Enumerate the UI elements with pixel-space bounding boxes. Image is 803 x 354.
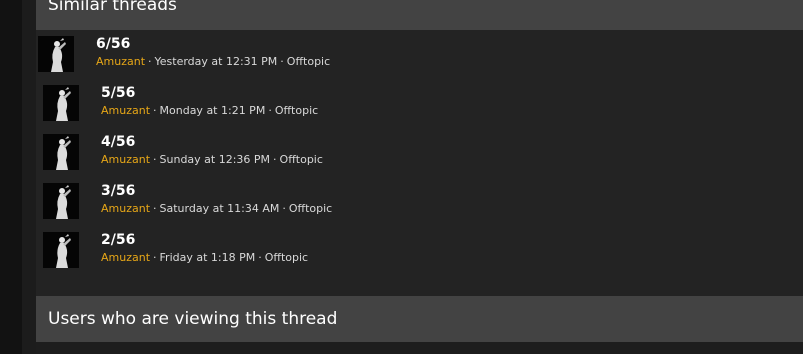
thread-title[interactable]: 4/56 xyxy=(101,134,323,151)
thread-author[interactable]: Amuzant xyxy=(101,104,150,117)
thread-meta: Amuzant · Saturday at 11:34 AM · Offtopic xyxy=(101,202,332,216)
thread-item: 6/56 Amuzant · Yesterday at 12:31 PM · Offto… xyxy=(38,36,330,72)
thread-meta: Amuzant · Sunday at 12:36 PM · Offtopic xyxy=(101,153,323,167)
meta-separator: · xyxy=(273,153,277,166)
thread-text: 2/56 Amuzant · Friday at 1:18 PM · Offtopic xyxy=(101,232,308,265)
thread-meta: Amuzant · Monday at 1:21 PM · Offtopic xyxy=(101,104,318,118)
meta-separator: · xyxy=(268,104,272,117)
thread-date: Yesterday at 12:31 PM xyxy=(154,55,278,68)
avatar-figure-icon xyxy=(43,85,79,121)
meta-separator: · xyxy=(280,55,284,68)
avatar-figure-icon xyxy=(38,36,74,72)
avatar[interactable] xyxy=(43,183,79,219)
avatar[interactable] xyxy=(43,134,79,170)
thread-item: 2/56 Amuzant · Friday at 1:18 PM · Offtopic xyxy=(43,232,308,268)
thread-title[interactable]: 5/56 xyxy=(101,85,318,102)
thread-forum[interactable]: Offtopic xyxy=(289,202,332,215)
thread-item: 5/56 Amuzant · Monday at 1:21 PM · Offtopic xyxy=(43,85,318,121)
meta-separator: · xyxy=(153,202,157,215)
thread-forum[interactable]: Offtopic xyxy=(287,55,330,68)
meta-separator: · xyxy=(153,104,157,117)
thread-date: Sunday at 12:36 PM xyxy=(159,153,271,166)
meta-separator: · xyxy=(153,153,157,166)
thread-title[interactable]: 6/56 xyxy=(96,36,330,53)
gutter-strip xyxy=(22,0,36,354)
thread-date: Monday at 1:21 PM xyxy=(159,104,266,117)
thread-item: 4/56 Amuzant · Sunday at 12:36 PM · Offtopic xyxy=(43,134,323,170)
meta-separator: · xyxy=(258,251,262,264)
avatar[interactable] xyxy=(43,85,79,121)
thread-author[interactable]: Amuzant xyxy=(101,153,150,166)
viewers-body xyxy=(36,342,803,354)
avatar[interactable] xyxy=(38,36,74,72)
similar-threads-list: 6/56 Amuzant · Yesterday at 12:31 PM · Offto… xyxy=(36,30,803,296)
meta-separator: · xyxy=(282,202,286,215)
thread-title[interactable]: 2/56 xyxy=(101,232,308,249)
similar-threads-block: Similar threads 6/56 Amuzant · Yesterday a… xyxy=(36,0,803,296)
thread-title[interactable]: 3/56 xyxy=(101,183,332,200)
thread-author[interactable]: Amuzant xyxy=(101,202,150,215)
avatar-figure-icon xyxy=(43,232,79,268)
thread-author[interactable]: Amuzant xyxy=(101,251,150,264)
left-gutter xyxy=(0,0,22,354)
avatar[interactable] xyxy=(43,232,79,268)
meta-separator: · xyxy=(153,251,157,264)
avatar-figure-icon xyxy=(43,183,79,219)
similar-threads-header: Similar threads xyxy=(36,0,803,30)
thread-text: 4/56 Amuzant · Sunday at 12:36 PM · Offtopic xyxy=(101,134,323,167)
thread-author[interactable]: Amuzant xyxy=(96,55,145,68)
similar-threads-title: Similar threads xyxy=(48,0,177,15)
thread-item: 3/56 Amuzant · Saturday at 11:34 AM · Offtop… xyxy=(43,183,332,219)
thread-date: Friday at 1:18 PM xyxy=(159,251,256,264)
thread-meta: Amuzant · Friday at 1:18 PM · Offtopic xyxy=(101,251,308,265)
thread-forum[interactable]: Offtopic xyxy=(265,251,308,264)
thread-text: 3/56 Amuzant · Saturday at 11:34 AM · Offtop… xyxy=(101,183,332,216)
avatar-figure-icon xyxy=(43,134,79,170)
thread-meta: Amuzant · Yesterday at 12:31 PM · Offtopic xyxy=(96,55,330,69)
meta-separator: · xyxy=(148,55,152,68)
thread-forum[interactable]: Offtopic xyxy=(275,104,318,117)
thread-forum[interactable]: Offtopic xyxy=(280,153,323,166)
thread-date: Saturday at 11:34 AM xyxy=(159,202,280,215)
viewers-title: Users who are viewing this thread xyxy=(48,308,338,329)
viewers-block: Users who are viewing this thread xyxy=(36,296,803,354)
thread-text: 5/56 Amuzant · Monday at 1:21 PM · Offtopic xyxy=(101,85,318,118)
thread-text: 6/56 Amuzant · Yesterday at 12:31 PM · Offto… xyxy=(96,36,330,69)
viewers-header: Users who are viewing this thread xyxy=(36,296,803,342)
